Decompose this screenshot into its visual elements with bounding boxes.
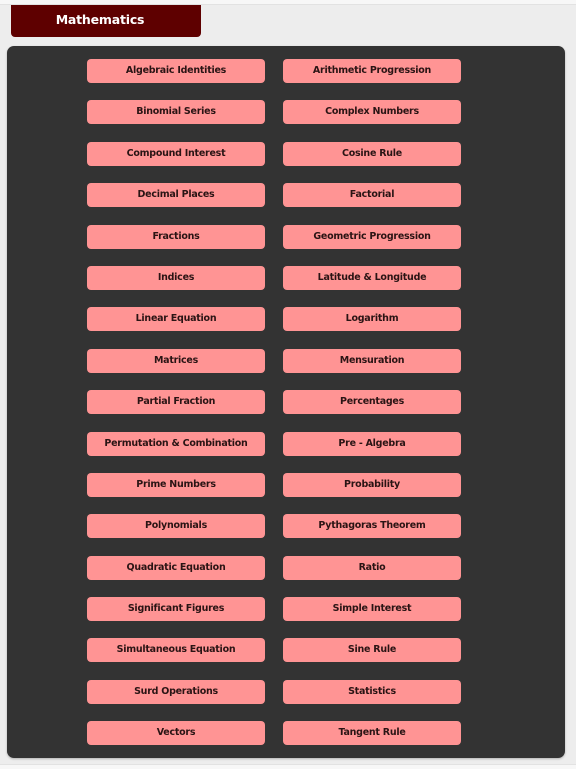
topic-button-geometric-progression[interactable]: Geometric Progression	[283, 224, 461, 249]
topic-button-prime-numbers[interactable]: Prime Numbers	[87, 472, 265, 497]
topic-button-linear-equation[interactable]: Linear Equation	[87, 307, 265, 332]
topic-button-sine-rule[interactable]: Sine Rule	[283, 638, 461, 663]
topic-button-cosine-rule[interactable]: Cosine Rule	[283, 141, 461, 166]
topic-button-quadratic-equation[interactable]: Quadratic Equation	[87, 555, 265, 580]
topic-button-logarithm[interactable]: Logarithm	[283, 307, 461, 332]
topic-button-surd-operations[interactable]: Surd Operations	[87, 679, 265, 704]
topic-button-pythagoras-theorem[interactable]: Pythagoras Theorem	[283, 514, 461, 539]
topic-button-latitude-and-longitude[interactable]: Latitude & Longitude	[283, 265, 461, 290]
topic-button-simple-interest[interactable]: Simple Interest	[283, 597, 461, 622]
topics-grid: Algebraic Identities Arithmetic Progressi…	[87, 59, 461, 746]
topic-button-vectors[interactable]: Vectors	[87, 721, 265, 746]
category-title-tab: Mathematics	[11, 5, 201, 37]
topic-button-permutation-and-combination[interactable]: Permutation & Combination	[87, 431, 265, 456]
topic-button-factorial[interactable]: Factorial	[283, 183, 461, 208]
topic-button-percentages[interactable]: Percentages	[283, 390, 461, 415]
topic-button-complex-numbers[interactable]: Complex Numbers	[283, 100, 461, 125]
topic-button-binomial-series[interactable]: Binomial Series	[87, 100, 265, 125]
topic-button-partial-fraction[interactable]: Partial Fraction	[87, 390, 265, 415]
topic-button-mensuration[interactable]: Mensuration	[283, 348, 461, 373]
topic-button-probability[interactable]: Probability	[283, 472, 461, 497]
topic-button-decimal-places[interactable]: Decimal Places	[87, 183, 265, 208]
category-title: Mathematics	[55, 12, 145, 27]
topic-button-algebraic-identities[interactable]: Algebraic Identities	[87, 59, 265, 83]
topic-button-polynomials[interactable]: Polynomials	[87, 514, 265, 539]
topic-button-tangent-rule[interactable]: Tangent Rule	[283, 721, 461, 746]
topic-button-statistics[interactable]: Statistics	[283, 679, 461, 704]
bottom-edge-divider	[0, 764, 576, 769]
topic-button-compound-interest[interactable]: Compound Interest	[87, 141, 265, 166]
topic-button-simultaneous-equation[interactable]: Simultaneous Equation	[87, 638, 265, 663]
topic-button-ratio[interactable]: Ratio	[283, 555, 461, 580]
topic-button-significant-figures[interactable]: Significant Figures	[87, 597, 265, 622]
topic-button-fractions[interactable]: Fractions	[87, 224, 265, 249]
topic-button-arithmetic-progression[interactable]: Arithmetic Progression	[283, 59, 461, 83]
topic-button-matrices[interactable]: Matrices	[87, 348, 265, 373]
topics-panel: Algebraic Identities Arithmetic Progressi…	[7, 46, 565, 758]
topic-button-indices[interactable]: Indices	[87, 265, 265, 290]
topic-button-pre-algebra[interactable]: Pre - Algebra	[283, 431, 461, 456]
